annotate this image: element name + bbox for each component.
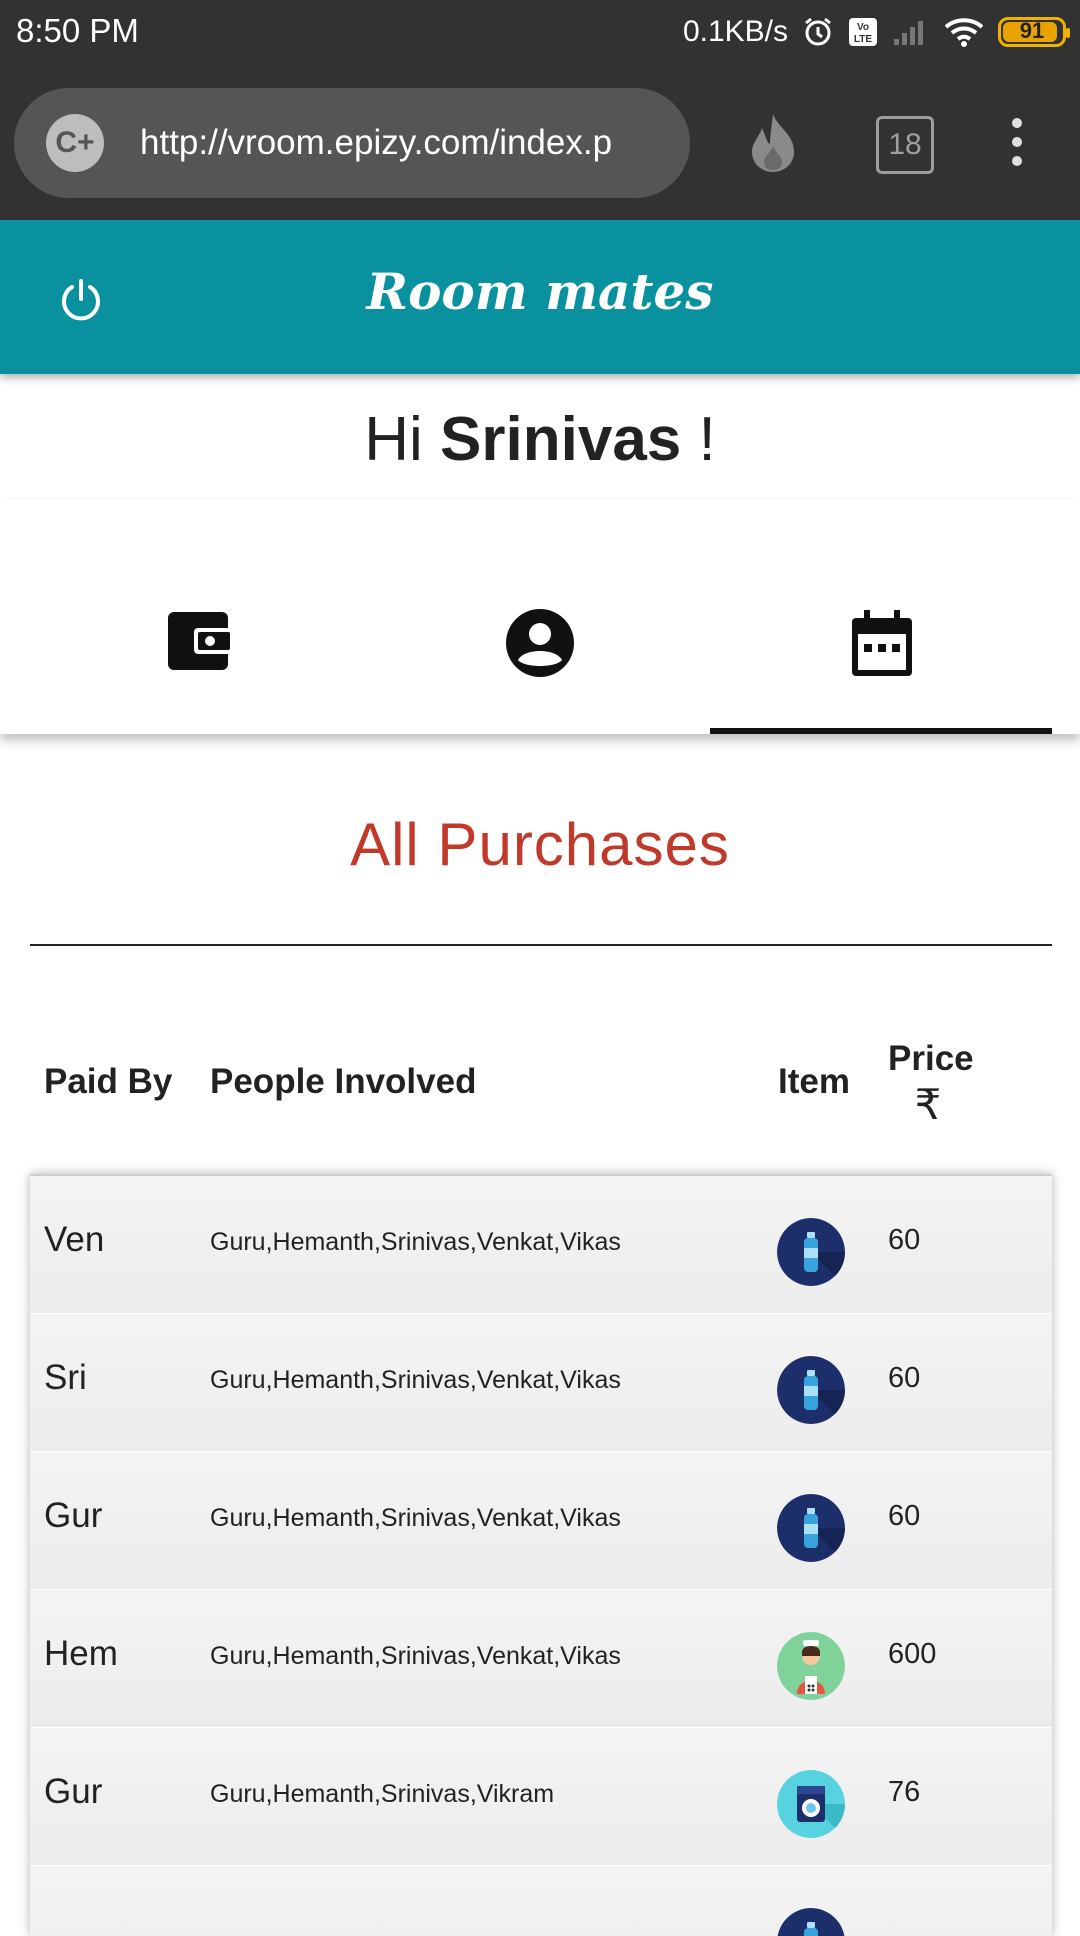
cell-paid-by: Sri <box>44 1358 87 1397</box>
maid-icon <box>777 1632 845 1700</box>
water-bottle-icon <box>777 1908 845 1936</box>
alarm-icon <box>802 16 834 48</box>
url-text[interactable]: http://vroom.epizy.com/index.p <box>140 118 668 168</box>
status-icons: 0.1KB/s Vo LTE 91 <box>682 10 1070 54</box>
status-bar: 8:50 PM 0.1KB/s Vo LTE 91 <box>0 0 1080 64</box>
table-row[interactable]: Gur Guru,Hemanth,Srinivas,Vikram 76 <box>30 1728 1052 1866</box>
tab-switcher-button[interactable]: 18 <box>876 116 934 174</box>
volte-icon: Vo LTE <box>848 17 878 47</box>
account-circle-icon <box>506 609 574 677</box>
cell-people: Guru,Hemanth,Srinivas,Venkat,Vikas <box>210 1228 621 1256</box>
tab-wallet[interactable] <box>30 500 370 734</box>
more-options-icon[interactable] <box>1012 118 1026 175</box>
greeting-name: Srinivas <box>440 405 682 474</box>
greeting-prefix: Hi <box>364 405 423 474</box>
active-tab-indicator <box>710 728 1052 734</box>
washing-machine-icon <box>777 1770 845 1838</box>
wifi-icon <box>944 16 984 48</box>
cell-price: 60 <box>888 1362 921 1394</box>
header-people-involved: People Involved <box>210 1062 477 1101</box>
table-header: Paid By People Involved Item Price ₹ <box>30 1030 1052 1170</box>
cell-people: Guru,Hemanth,Srinivas,Venkat,Vikas <box>210 1366 621 1394</box>
header-paid-by: Paid By <box>44 1062 173 1101</box>
tab-profile[interactable] <box>370 500 710 734</box>
app-title: Room mates <box>366 262 714 321</box>
cell-price: 76 <box>888 1776 921 1808</box>
cell-people: Guru,Hemanth,Srinivas,Vikram <box>210 1780 555 1808</box>
svg-text:Vo: Vo <box>857 22 869 33</box>
header-item: Item <box>778 1062 850 1101</box>
water-bottle-icon <box>777 1494 845 1562</box>
section-title: All Purchases <box>350 811 730 878</box>
cell-paid-by: Gur <box>44 1772 103 1811</box>
flame-icon[interactable] <box>748 112 798 178</box>
divider <box>30 944 1052 946</box>
site-info-icon[interactable]: C+ <box>46 114 104 172</box>
table-row[interactable] <box>30 1866 1052 1936</box>
water-bottle-icon <box>777 1218 845 1286</box>
table-row[interactable]: Ven Guru,Hemanth,Srinivas,Venkat,Vikas 6… <box>30 1176 1052 1314</box>
greeting: Hi Srinivas ! <box>0 404 1080 475</box>
status-time: 8:50 PM <box>16 12 139 49</box>
rupee-icon: ₹ <box>914 1081 942 1128</box>
cell-price: 60 <box>888 1224 921 1256</box>
cell-people: Guru,Hemanth,Srinivas,Venkat,Vikas <box>210 1504 621 1532</box>
cell-price: 60 <box>888 1500 921 1532</box>
tab-calendar[interactable] <box>712 500 1052 734</box>
browser-toolbar: C+ http://vroom.epizy.com/index.p 18 <box>0 64 1080 220</box>
purchases-table: Ven Guru,Hemanth,Srinivas,Venkat,Vikas 6… <box>30 1174 1052 1936</box>
wallet-icon <box>168 612 232 670</box>
signal-icon <box>892 17 930 47</box>
svg-text:LTE: LTE <box>854 34 872 45</box>
table-row[interactable]: Sri Guru,Hemanth,Srinivas,Venkat,Vikas 6… <box>30 1314 1052 1452</box>
cell-price: 600 <box>888 1638 937 1670</box>
battery-icon: 91 <box>998 17 1070 47</box>
address-bar[interactable]: C+ http://vroom.epizy.com/index.p <box>14 88 690 198</box>
calendar-icon <box>852 610 912 676</box>
greeting-suffix: ! <box>698 405 716 474</box>
cell-people: Guru,Hemanth,Srinivas,Venkat,Vikas <box>210 1642 621 1670</box>
header-price-label: Price <box>888 1039 974 1078</box>
cell-paid-by: Gur <box>44 1496 103 1535</box>
water-bottle-icon <box>777 1356 845 1424</box>
header-price: Price ₹ <box>888 1036 974 1128</box>
cell-paid-by: Hem <box>44 1634 118 1673</box>
table-row[interactable]: Gur Guru,Hemanth,Srinivas,Venkat,Vikas 6… <box>30 1452 1052 1590</box>
battery-level: 91 <box>1019 18 1045 43</box>
cell-paid-by: Ven <box>44 1220 105 1259</box>
table-row[interactable]: Hem Guru,Hemanth,Srinivas,Venkat,Vikas 6… <box>30 1590 1052 1728</box>
network-speed: 0.1KB/s <box>682 15 788 48</box>
tab-bar <box>0 500 1080 734</box>
app-header: Room mates <box>0 220 1080 374</box>
